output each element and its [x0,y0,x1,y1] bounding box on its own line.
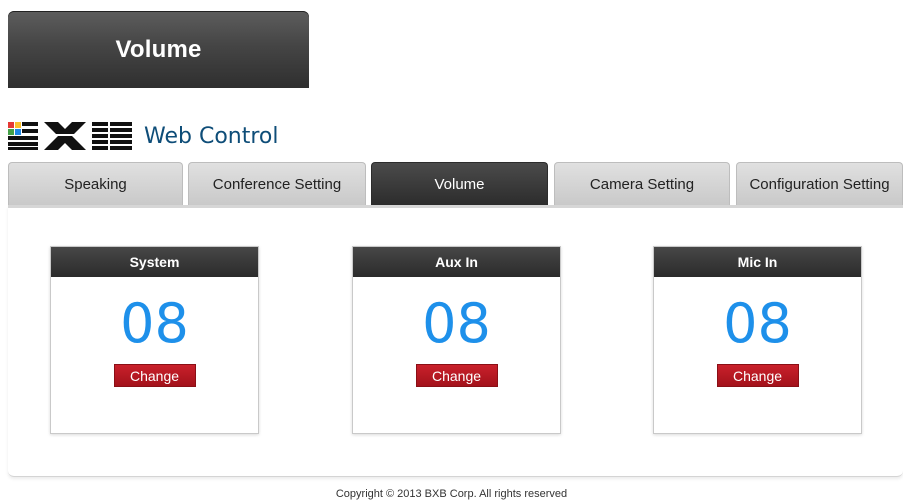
tab-label: Speaking [64,175,127,193]
tab-volume[interactable]: Volume [371,162,548,205]
change-button[interactable]: Change [415,364,498,387]
volume-value: 08 [422,292,491,355]
page-title: Volume [115,35,202,63]
panel-title: Aux In [353,247,560,277]
volume-panel-mic-in: Mic In 08 Change [653,246,862,434]
brand-bar: Web Control [8,120,278,152]
volume-value: 08 [120,292,189,355]
brand-title: Web Control [144,123,279,149]
volume-panel-system: System 08 Change [50,246,259,434]
tab-label: Conference Setting [212,175,342,193]
panel-title: Mic In [654,247,861,277]
tab-label: Configuration Setting [749,175,890,193]
bxb-logo [8,122,132,150]
tab-label: Camera Setting [589,175,695,193]
panel-title: System [51,247,258,277]
volume-value: 08 [723,292,792,355]
tab-speaking[interactable]: Speaking [8,162,183,205]
tab-camera-setting[interactable]: Camera Setting [554,162,730,205]
tab-configuration-setting[interactable]: Configuration Setting [736,162,903,205]
change-button[interactable]: Change [113,364,196,387]
page-header: Volume [8,11,309,88]
tab-label: Volume [434,175,485,193]
footer-copyright: Copyright © 2013 BXB Corp. All rights re… [335,488,568,500]
change-button[interactable]: Change [716,364,799,387]
tab-bar: Speaking Conference Setting Volume Camer… [8,162,903,208]
volume-panel-aux-in: Aux In 08 Change [352,246,561,434]
tab-conference-setting[interactable]: Conference Setting [188,162,366,205]
